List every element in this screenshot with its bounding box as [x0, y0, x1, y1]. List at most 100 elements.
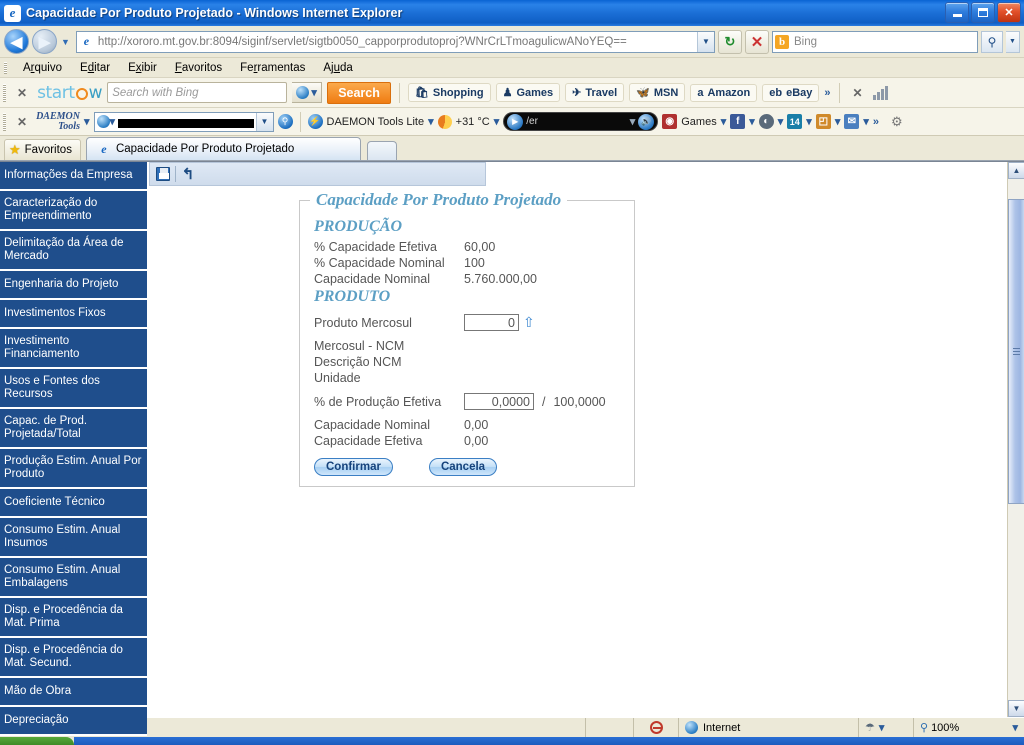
scrollbar-thumb[interactable] — [1008, 199, 1024, 504]
daemon-games-caret-icon[interactable]: ▾ — [721, 115, 727, 128]
sidebar-item-producao-estim-anual-por-produto[interactable]: Produção Estim. Anual Por Produto — [0, 449, 147, 489]
sidebar-item-depreciacao[interactable]: Depreciação — [0, 707, 147, 736]
protected-mode-cell[interactable]: ☂ ▾ — [858, 717, 913, 738]
status-spacer-1 — [585, 717, 633, 738]
menu-editar[interactable]: Editar — [71, 61, 119, 75]
search-go-button[interactable]: ⚲ — [981, 30, 1003, 53]
startnow-search-provider-button[interactable]: ▾ — [292, 82, 323, 103]
produto-mercosul-input[interactable] — [464, 314, 519, 331]
forward-button[interactable]: ▶ — [32, 29, 57, 54]
address-dropdown-icon[interactable]: ▼ — [697, 31, 714, 52]
sidebar-item-capac-de-prod-projetada-total[interactable]: Capac. de Prod. Projetada/Total — [0, 409, 147, 449]
menu-arquivo[interactable]: Arquivo — [14, 61, 71, 75]
confirm-button[interactable]: Confirmar — [314, 458, 393, 476]
media-player-widget[interactable]: ▶ /er ▾ 🔊 — [503, 112, 659, 131]
photo-caret-icon[interactable]: ▾ — [835, 115, 841, 128]
sidebar-item-disp-e-procedencia-da-mat-prima[interactable]: Disp. e Procedência da Mat. Prima — [0, 598, 147, 638]
back-button[interactable]: ↰ — [178, 165, 198, 184]
form-buttons: Confirmar Cancela — [314, 458, 624, 476]
new-tab-button[interactable] — [366, 141, 397, 160]
menu-ferramentas[interactable]: Ferramentas — [231, 61, 314, 75]
startnow-button-msn[interactable]: 🦋 MSN — [629, 83, 686, 102]
search-box[interactable]: b Bing — [772, 30, 978, 53]
photo-icon[interactable]: ◰ — [815, 114, 831, 129]
favorites-button[interactable]: ★ Favoritos — [4, 139, 81, 160]
sidebar-item-investimento-financiamento[interactable]: Investimento Financiamento — [0, 329, 147, 369]
menu-grip[interactable] — [4, 62, 7, 74]
compass-icon[interactable]: ◐ — [758, 114, 774, 129]
sidebar-item-usos-e-fontes-dos-recursos[interactable]: Usos e Fontes dos Recursos — [0, 369, 147, 409]
daemon-games-label[interactable]: Games — [681, 116, 716, 128]
lookup-up-arrow-icon[interactable]: ⇧ — [523, 314, 535, 331]
calendar-caret-icon[interactable]: ▾ — [806, 115, 812, 128]
startnow-search-button[interactable]: Search — [327, 81, 391, 104]
temperature-label[interactable]: +31 °C — [456, 116, 490, 128]
sidebar-item-engenharia-do-projeto[interactable]: Engenharia do Projeto — [0, 271, 147, 300]
daemon-close-icon[interactable]: ✕ — [12, 115, 32, 129]
daemon-overflow-icon[interactable]: » — [873, 116, 879, 128]
startnow-button-games[interactable]: ♟ Games — [495, 83, 561, 102]
gear-icon[interactable]: ⚙ — [891, 114, 903, 130]
mail-caret-icon[interactable]: ▾ — [863, 115, 869, 128]
daemon-logo-caret-icon[interactable]: ▾ — [84, 115, 90, 128]
startnow-button-ebay[interactable]: eb eBay — [762, 83, 820, 102]
scroll-up-button[interactable]: ▲ — [1008, 162, 1024, 179]
back-button[interactable]: ◀ — [4, 29, 29, 54]
sidebar-item-consumo-estim-anual-insumos[interactable]: Consumo Estim. Anual Insumos — [0, 518, 147, 558]
daemon-grip[interactable] — [3, 113, 6, 131]
startnow-button-amazon[interactable]: a Amazon — [690, 83, 758, 102]
row-produto-capacidade-nominal: Capacidade Nominal 0,00 — [314, 418, 624, 432]
startnow-button-shopping[interactable]: 🛍 Shopping — [407, 83, 491, 102]
status-blocked-cell[interactable] — [633, 717, 678, 738]
search-provider-caret-icon[interactable]: ▼ — [1006, 30, 1020, 53]
daemon-search-input[interactable]: ▾ ▼ — [93, 111, 274, 132]
play-button-icon[interactable]: ▶ — [507, 113, 524, 130]
menu-ajuda[interactable]: Ajuda — [314, 61, 361, 75]
startnow-search-input[interactable]: Search with Bing — [107, 82, 288, 103]
startnow-grip[interactable] — [3, 84, 6, 102]
startnow-overflow-icon[interactable]: » — [824, 87, 830, 99]
start-button[interactable] — [0, 737, 74, 745]
address-bar[interactable]: e http://xororo.mt.gov.br:8094/siginf/se… — [75, 30, 715, 53]
sidebar-item-coeficiente-tecnico[interactable]: Coeficiente Técnico — [0, 489, 147, 518]
facebook-caret-icon[interactable]: ▾ — [749, 115, 755, 128]
stop-button[interactable]: ✕ — [745, 29, 769, 54]
close-button[interactable]: ✕ — [997, 2, 1021, 23]
daemon-lite-caret-icon[interactable]: ▾ — [428, 115, 434, 128]
sidebar-item-consumo-estim-anual-embalagens[interactable]: Consumo Estim. Anual Embalagens — [0, 558, 147, 598]
sidebar-item-disp-e-procedencia-do-mat-secund[interactable]: Disp. e Procedência do Mat. Secund. — [0, 638, 147, 678]
security-zone-cell[interactable]: Internet — [678, 717, 858, 738]
browser-tab-active[interactable]: e Capacidade Por Produto Projetado — [85, 137, 361, 160]
zoom-cell[interactable]: ⚲ 100% ▾ — [913, 717, 1024, 738]
minimize-button[interactable] — [945, 2, 969, 23]
daemon-lite-label[interactable]: DAEMON Tools Lite — [327, 116, 425, 128]
facebook-icon[interactable]: f — [730, 114, 746, 129]
menu-exibir[interactable]: Exibir — [119, 61, 166, 75]
calendar-14-icon[interactable]: 14 — [787, 114, 803, 129]
startnow-close-icon-2[interactable]: ✕ — [848, 86, 868, 100]
restore-button[interactable] — [971, 2, 995, 23]
menu-favoritos[interactable]: Favoritos — [166, 61, 231, 75]
magnifier-icon[interactable]: ⚲ — [277, 114, 293, 129]
temperature-caret-icon[interactable]: ▾ — [494, 115, 500, 128]
cancel-button[interactable]: Cancela — [428, 458, 498, 476]
recent-pages-caret-icon[interactable]: ▼ — [61, 37, 70, 47]
media-player-caret-icon[interactable]: ▾ — [630, 115, 636, 128]
scroll-down-button[interactable]: ▼ — [1008, 700, 1024, 717]
sidebar-item-investimentos-fixos[interactable]: Investimentos Fixos — [0, 300, 147, 329]
sidebar-item-mao-de-obra[interactable]: Mão de Obra — [0, 678, 147, 707]
daemon-search-dropdown-icon[interactable]: ▼ — [255, 112, 273, 131]
refresh-button[interactable]: ↻ — [718, 29, 742, 54]
vertical-scrollbar[interactable]: ▲ ▼ — [1007, 162, 1024, 717]
save-button[interactable] — [153, 165, 173, 184]
startnow-button-travel[interactable]: ✈ Travel — [565, 83, 625, 102]
sidebar-item-caracterizacao-do-empreendimento[interactable]: Caracterização do Empreendimento — [0, 191, 147, 231]
sidebar-item-informacoes-da-empresa[interactable]: Informações da Empresa — [0, 162, 147, 191]
mail-transfer-icon[interactable]: ✉ — [844, 114, 860, 129]
producao-heading: PRODUÇÃO — [314, 218, 403, 235]
compass-caret-icon[interactable]: ▾ — [778, 115, 784, 128]
producao-efetiva-input[interactable] — [464, 393, 534, 410]
startnow-close-icon[interactable]: ✕ — [12, 86, 32, 100]
volume-icon[interactable]: 🔊 — [638, 113, 655, 130]
sidebar-item-delimitacao-da-area-de-mercado[interactable]: Delimitação da Área de Mercado — [0, 231, 147, 271]
